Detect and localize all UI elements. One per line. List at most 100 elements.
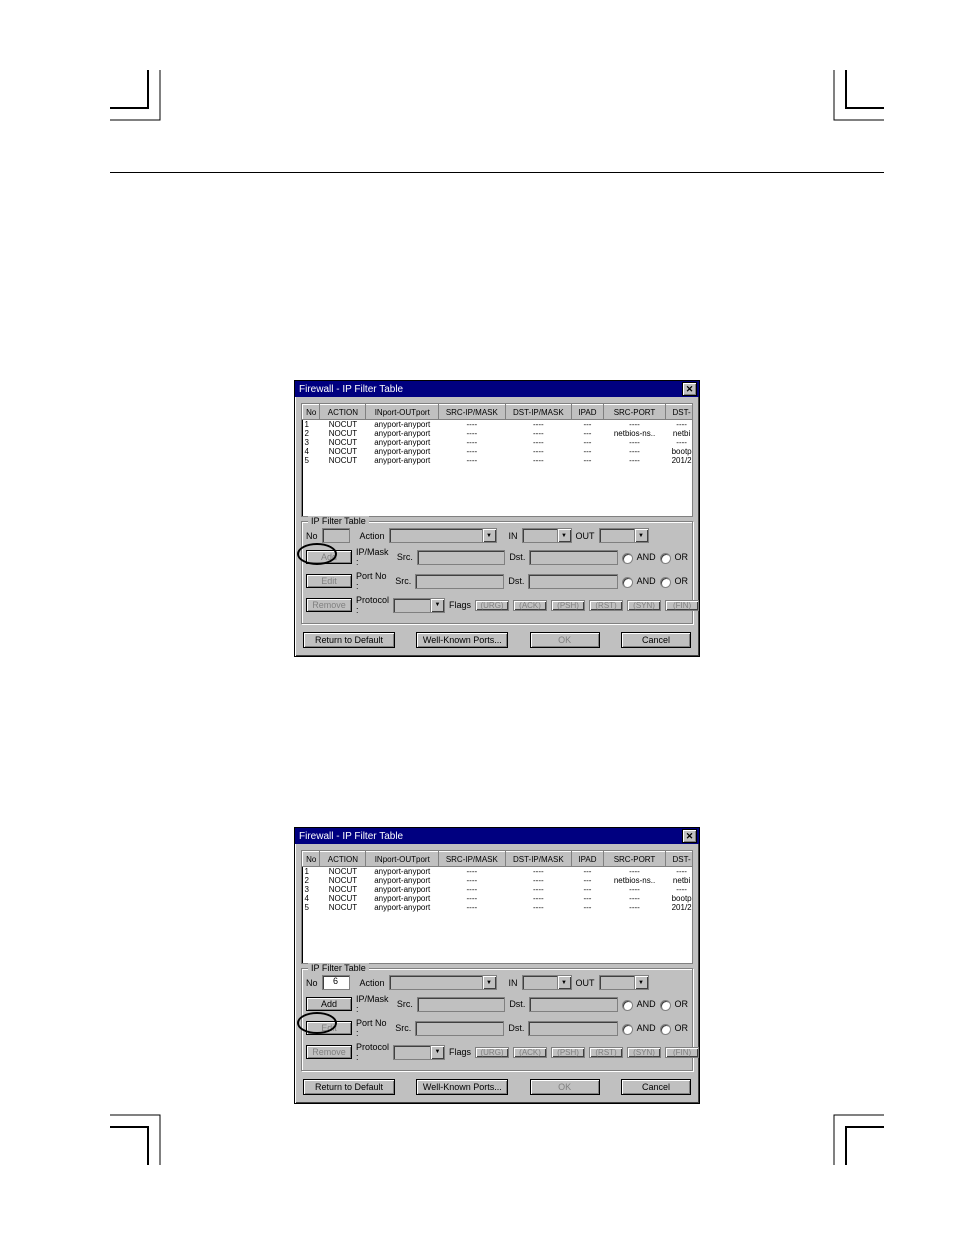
no-input-2[interactable]: 6 — [322, 975, 350, 990]
and-radio-4[interactable] — [622, 1024, 633, 1035]
col-inout[interactable]: INport-OUTport — [366, 405, 439, 420]
flag-fin[interactable]: (FIN) — [665, 600, 699, 611]
table-row[interactable]: 1NOCUTanyport-anyport------------------- — [303, 867, 694, 877]
col-dstip-2[interactable]: DST-IP/MASK — [505, 852, 572, 867]
dst-port-input[interactable] — [528, 574, 617, 589]
remove-button[interactable]: Remove — [306, 598, 352, 612]
filter-table: No ACTION INport-OUTport SRC-IP/MASK DST… — [302, 404, 693, 465]
and-radio[interactable] — [622, 553, 633, 564]
fieldset-legend-2: IP Filter Table — [308, 963, 369, 973]
edit-button[interactable]: Edit — [306, 574, 352, 588]
protocol-select[interactable]: ▼ — [393, 598, 445, 613]
chevron-down-icon: ▼ — [430, 598, 445, 613]
no-label: No — [306, 531, 318, 541]
flag-fin-2[interactable]: (FIN) — [665, 1047, 699, 1058]
flag-ack[interactable]: (ACK) — [513, 600, 547, 611]
dst-port-input-2[interactable] — [528, 1021, 617, 1036]
col-srcport-2[interactable]: SRC-PORT — [603, 852, 665, 867]
flag-urg[interactable]: (URG) — [475, 600, 509, 611]
no-input — [322, 528, 350, 543]
flag-syn-2[interactable]: (SYN) — [627, 1047, 661, 1058]
and-radio-3[interactable] — [622, 1000, 633, 1011]
col-dstp[interactable]: DST- — [666, 405, 693, 420]
col-ipad[interactable]: IPAD — [572, 405, 604, 420]
or-radio-2[interactable] — [660, 577, 671, 588]
out-select-2[interactable]: ▼ — [599, 975, 649, 990]
flags-label: Flags — [449, 600, 471, 610]
table-row[interactable]: 3NOCUTanyport-anyport------------------- — [303, 438, 694, 447]
out-label: OUT — [576, 531, 595, 541]
dst-label-3: Dst. — [509, 999, 525, 1009]
add-button-2[interactable]: Add — [306, 997, 352, 1011]
cancel-button-2[interactable]: Cancel — [621, 1079, 691, 1095]
ok-button-2[interactable]: OK — [530, 1079, 600, 1095]
col-ipad-2[interactable]: IPAD — [572, 852, 604, 867]
close-icon-2[interactable]: ✕ — [682, 829, 697, 843]
col-action-2[interactable]: ACTION — [320, 852, 366, 867]
or-label-4: OR — [675, 1023, 689, 1033]
flag-psh[interactable]: (PSH) — [551, 600, 585, 611]
ipmask-label: IP/Mask : — [356, 547, 393, 567]
return-default-button[interactable]: Return to Default — [303, 632, 395, 648]
and-label-3: AND — [637, 999, 656, 1009]
out-select[interactable]: ▼ — [599, 528, 649, 543]
crop-mark-bl — [110, 1105, 170, 1165]
cancel-button[interactable]: Cancel — [621, 632, 691, 648]
table-row[interactable]: 2NOCUTanyport-anyport-----------netbios-… — [303, 876, 694, 885]
flag-urg-2[interactable]: (URG) — [475, 1047, 509, 1058]
action-select-2[interactable]: ▼ — [389, 975, 497, 990]
table-row[interactable]: 1NOCUTanyport-anyport------------------- — [303, 420, 694, 430]
protocol-label: Protocol : — [356, 595, 389, 615]
header-rule — [110, 172, 884, 173]
col-no-2[interactable]: No — [303, 852, 320, 867]
or-label-3: OR — [675, 999, 689, 1009]
src-port-input[interactable] — [415, 574, 504, 589]
table-row[interactable]: 5NOCUTanyport-anyport---------------201/… — [303, 903, 694, 912]
src-label-4: Src. — [395, 1023, 411, 1033]
flag-syn[interactable]: (SYN) — [627, 600, 661, 611]
ok-button[interactable]: OK — [530, 632, 600, 648]
dst-ip-input-2[interactable] — [529, 997, 617, 1012]
flag-ack-2[interactable]: (ACK) — [513, 1047, 547, 1058]
src-port-input-2[interactable] — [415, 1021, 504, 1036]
in-select-2[interactable]: ▼ — [522, 975, 572, 990]
flag-psh-2[interactable]: (PSH) — [551, 1047, 585, 1058]
titlebar-2: Firewall - IP Filter Table ✕ — [295, 828, 699, 844]
col-dstp-2[interactable]: DST- — [666, 852, 693, 867]
dst-label-4: Dst. — [508, 1023, 524, 1033]
remove-button-2[interactable]: Remove — [306, 1045, 352, 1059]
col-inout-2[interactable]: INport-OUTport — [366, 852, 439, 867]
src-ip-input[interactable] — [417, 550, 505, 565]
close-icon[interactable]: ✕ — [682, 382, 697, 396]
col-dstip[interactable]: DST-IP/MASK — [505, 405, 572, 420]
col-action[interactable]: ACTION — [320, 405, 366, 420]
and-label-4: AND — [637, 1023, 656, 1033]
col-srcip-2[interactable]: SRC-IP/MASK — [439, 852, 506, 867]
flag-rst-2[interactable]: (RST) — [589, 1047, 623, 1058]
return-default-button-2[interactable]: Return to Default — [303, 1079, 395, 1095]
table-row[interactable]: 5NOCUTanyport-anyport---------------201/… — [303, 456, 694, 465]
col-srcport[interactable]: SRC-PORT — [603, 405, 665, 420]
action-select[interactable]: ▼ — [389, 528, 497, 543]
filter-table-container-2[interactable]: No ACTION INport-OUTport SRC-IP/MASK DST… — [301, 850, 693, 964]
flag-rst[interactable]: (RST) — [589, 600, 623, 611]
table-row[interactable]: 4NOCUTanyport-anyport---------------boot… — [303, 894, 694, 903]
col-srcip[interactable]: SRC-IP/MASK — [439, 405, 506, 420]
and-radio-2[interactable] — [622, 577, 633, 588]
src-label-2: Src. — [395, 576, 411, 586]
src-label: Src. — [397, 552, 413, 562]
col-no[interactable]: No — [303, 405, 320, 420]
table-row[interactable]: 4NOCUTanyport-anyport---------------boot… — [303, 447, 694, 456]
wellknown-button[interactable]: Well-Known Ports... — [416, 632, 508, 648]
src-ip-input-2[interactable] — [417, 997, 505, 1012]
in-select[interactable]: ▼ — [522, 528, 572, 543]
dst-ip-input[interactable] — [529, 550, 617, 565]
or-radio[interactable] — [660, 553, 671, 564]
table-row[interactable]: 2NOCUTanyport-anyport-----------netbios-… — [303, 429, 694, 438]
filter-table-container[interactable]: No ACTION INport-OUTport SRC-IP/MASK DST… — [301, 403, 693, 517]
protocol-select-2[interactable]: ▼ — [393, 1045, 445, 1060]
table-row[interactable]: 3NOCUTanyport-anyport------------------- — [303, 885, 694, 894]
or-radio-4[interactable] — [660, 1024, 671, 1035]
wellknown-button-2[interactable]: Well-Known Ports... — [416, 1079, 508, 1095]
or-radio-3[interactable] — [660, 1000, 671, 1011]
